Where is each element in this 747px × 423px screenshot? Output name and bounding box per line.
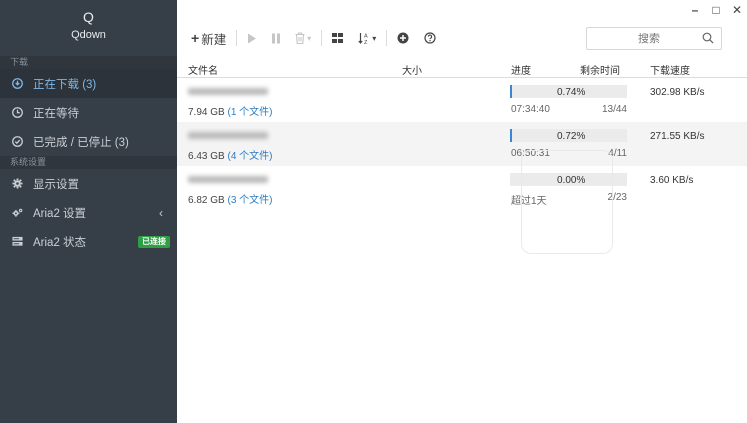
new-task-button[interactable]: + 新建 [188, 27, 229, 49]
task-size: 7.94 GB (1 个文件) [188, 103, 272, 118]
progress-percent: 0.72% [557, 131, 586, 142]
toolbar-divider [386, 30, 388, 46]
task-file-count[interactable]: (4 个文件) [227, 151, 272, 162]
sidebar-item-label: 显示设置 [33, 178, 79, 191]
sidebar-item-label: 正在等待 [33, 107, 79, 120]
grid-icon [332, 33, 344, 43]
sidebar-item-label: Aria2 设置 [33, 207, 87, 220]
dropdown-caret-icon: ▾ [372, 33, 377, 43]
window-controls: – □ ✕ [689, 3, 743, 17]
pause-icon [272, 33, 281, 43]
toolbar-divider [321, 30, 323, 46]
play-icon [248, 33, 257, 43]
task-remaining-time: 07:34:40 [511, 104, 550, 115]
clock-icon [12, 107, 23, 118]
resume-button[interactable] [244, 27, 260, 49]
sidebar-item-label: 正在下载 (3) [33, 78, 97, 91]
task-speed: 302.98 KB/s [650, 87, 705, 98]
search-input[interactable] [595, 32, 703, 45]
section-label-settings: 系统设置 [0, 156, 177, 169]
app-name: Qdown [71, 29, 106, 41]
svg-text:A: A [364, 33, 368, 39]
dropdown-caret-icon: ▾ [307, 33, 312, 43]
section-label-download: 下载 [0, 56, 177, 69]
check-circle-icon [12, 136, 23, 147]
task-speed: 271.55 KB/s [650, 131, 705, 142]
server-icon [12, 236, 23, 247]
task-connections: 13/44 [601, 104, 627, 115]
task-size: 6.43 GB (4 个文件) [188, 147, 272, 162]
view-toggle-button[interactable] [329, 27, 346, 49]
search-icon[interactable] [702, 32, 714, 44]
app-logo[interactable]: Q Qdown [0, 0, 177, 56]
new-task-label: 新建 [201, 32, 227, 47]
help-circle-icon [424, 32, 436, 44]
trash-icon [295, 32, 305, 44]
sidebar-item-label: 已完成 / 已停止 (3) [33, 136, 129, 149]
maximize-icon[interactable]: □ [710, 3, 722, 17]
task-size-value: 6.43 GB [188, 151, 225, 162]
task-file-count[interactable]: (1 个文件) [227, 107, 272, 118]
sidebar-item-display-settings[interactable]: 显示设置 [0, 169, 177, 198]
close-icon[interactable]: ✕ [731, 3, 743, 17]
main-panel: – □ ✕ + 新建 ▾ AZ ▾ 搜索 文件名 大小 进度 剩余时间 下载速度… [177, 0, 747, 423]
column-header-size[interactable]: 大小 [402, 62, 422, 77]
task-file-count[interactable]: (3 个文件) [227, 195, 272, 206]
task-filename-blurred [188, 86, 308, 97]
plus-icon: + [191, 30, 200, 46]
gear-icon [12, 178, 23, 189]
table-header: 文件名 大小 进度 剩余时间 下载速度 [177, 57, 747, 78]
task-size: 6.82 GB (3 个文件) [188, 191, 272, 206]
progress-fill [510, 129, 512, 142]
plus-circle-button[interactable] [394, 27, 412, 49]
task-size-value: 6.82 GB [188, 195, 225, 206]
column-header-name[interactable]: 文件名 [188, 62, 218, 77]
task-speed: 3.60 KB/s [650, 175, 694, 186]
gears-icon [12, 207, 23, 218]
sidebar-item-downloading[interactable]: 正在下载 (3) [0, 69, 177, 98]
sort-alpha-icon: AZ [358, 32, 368, 45]
progress-fill [510, 85, 512, 98]
task-filename-blurred [188, 130, 308, 141]
toolbar: + 新建 ▾ AZ ▾ [188, 27, 439, 49]
drag-ghost-placeholder [521, 150, 613, 254]
delete-button[interactable]: ▾ [292, 27, 314, 49]
logo-letter: Q [83, 9, 94, 25]
task-row[interactable]: 7.94 GB (1 个文件) 0.74% 07:34:40 13/44 302.98 … [177, 78, 747, 122]
sidebar-item-aria2-settings[interactable]: Aria2 设置 ‹ [0, 198, 177, 227]
task-filename-blurred [188, 174, 308, 185]
help-button[interactable] [421, 27, 439, 49]
sidebar-item-completed[interactable]: 已完成 / 已停止 (3) [0, 127, 177, 156]
svg-text:Z: Z [364, 40, 368, 45]
progress-percent: 0.74% [557, 87, 586, 98]
column-header-remaining[interactable]: 剩余时间 [580, 62, 620, 77]
task-row[interactable]: 6.82 GB (3 个文件) 0.00% 超过1天 2/23 3.60 KB/s [177, 166, 747, 210]
task-size-value: 7.94 GB [188, 107, 225, 118]
search-box [586, 27, 722, 50]
status-badge: 已连接 [138, 236, 170, 248]
column-header-speed[interactable]: 下载速度 [650, 62, 690, 77]
download-circle-icon [12, 78, 23, 89]
sidebar-item-label: Aria2 状态 [33, 236, 87, 249]
pause-button[interactable] [268, 27, 284, 49]
minimize-icon[interactable]: – [689, 3, 701, 17]
chevron-left-icon: ‹ [159, 206, 163, 220]
sidebar: Q Qdown 下载 正在下载 (3) 正在等待 已完成 / 已停止 (3) 系… [0, 0, 177, 423]
sort-button[interactable]: AZ ▾ [355, 27, 379, 49]
sidebar-item-aria2-status[interactable]: Aria2 状态 已连接 [0, 227, 177, 256]
task-row[interactable]: 6.43 GB (4 个文件) 0.72% 06:50:31 4/11 271.55 K… [177, 122, 747, 166]
toolbar-divider [236, 30, 238, 46]
sidebar-item-waiting[interactable]: 正在等待 [0, 98, 177, 127]
column-header-progress[interactable]: 进度 [511, 62, 531, 77]
plus-circle-icon [397, 32, 409, 44]
